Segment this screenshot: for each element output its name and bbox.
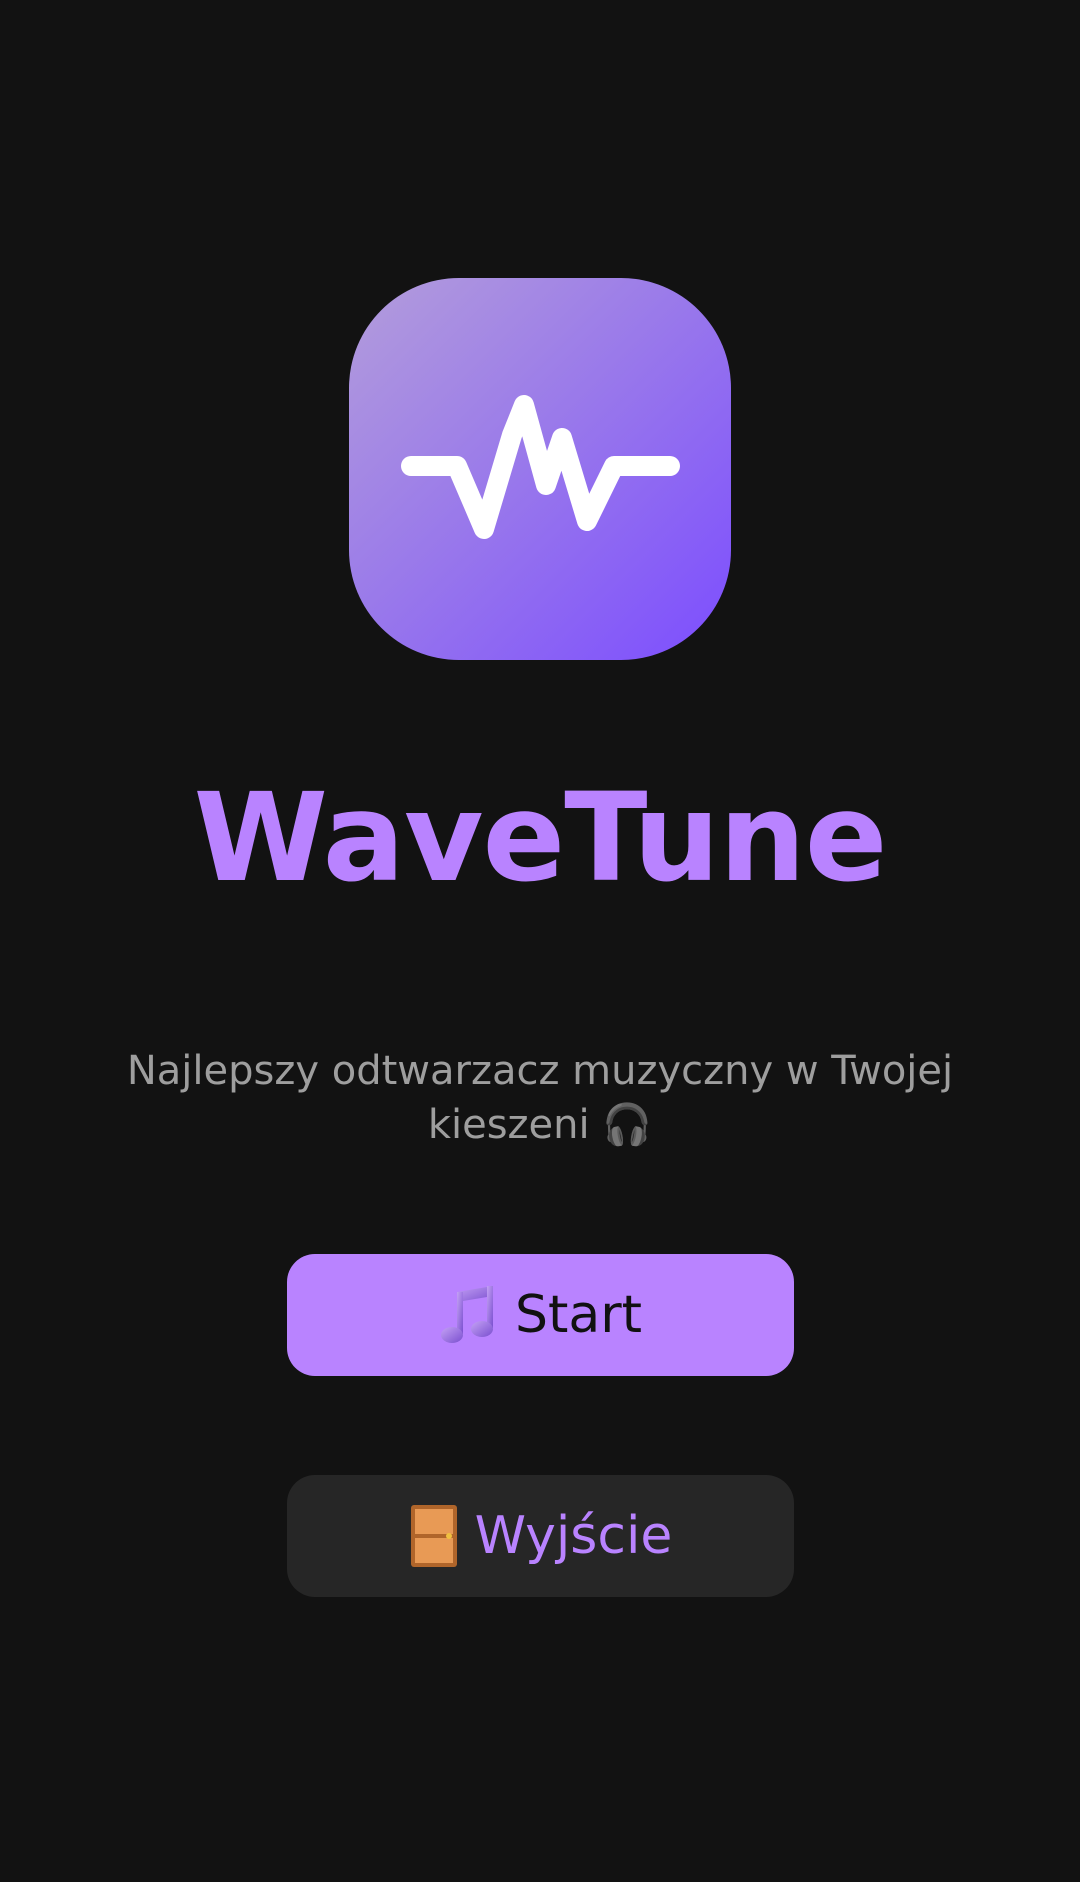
- welcome-screen: WaveTune Najlepszy odtwarzacz muzyczny w…: [0, 0, 1080, 1882]
- app-title: WaveTune: [193, 767, 887, 909]
- exit-button-label: Wyjście: [474, 1506, 673, 1566]
- exit-button[interactable]: Wyjście: [287, 1475, 794, 1597]
- music-notes-icon: [439, 1284, 499, 1346]
- start-button-label: Start: [514, 1285, 643, 1345]
- door-icon: [409, 1503, 459, 1569]
- app-logo-icon: [349, 278, 731, 660]
- waveform-icon: [401, 395, 680, 539]
- app-tagline: Najlepszy odtwarzacz muzyczny w Twojej k…: [126, 1048, 954, 1148]
- start-button[interactable]: Start: [287, 1254, 794, 1376]
